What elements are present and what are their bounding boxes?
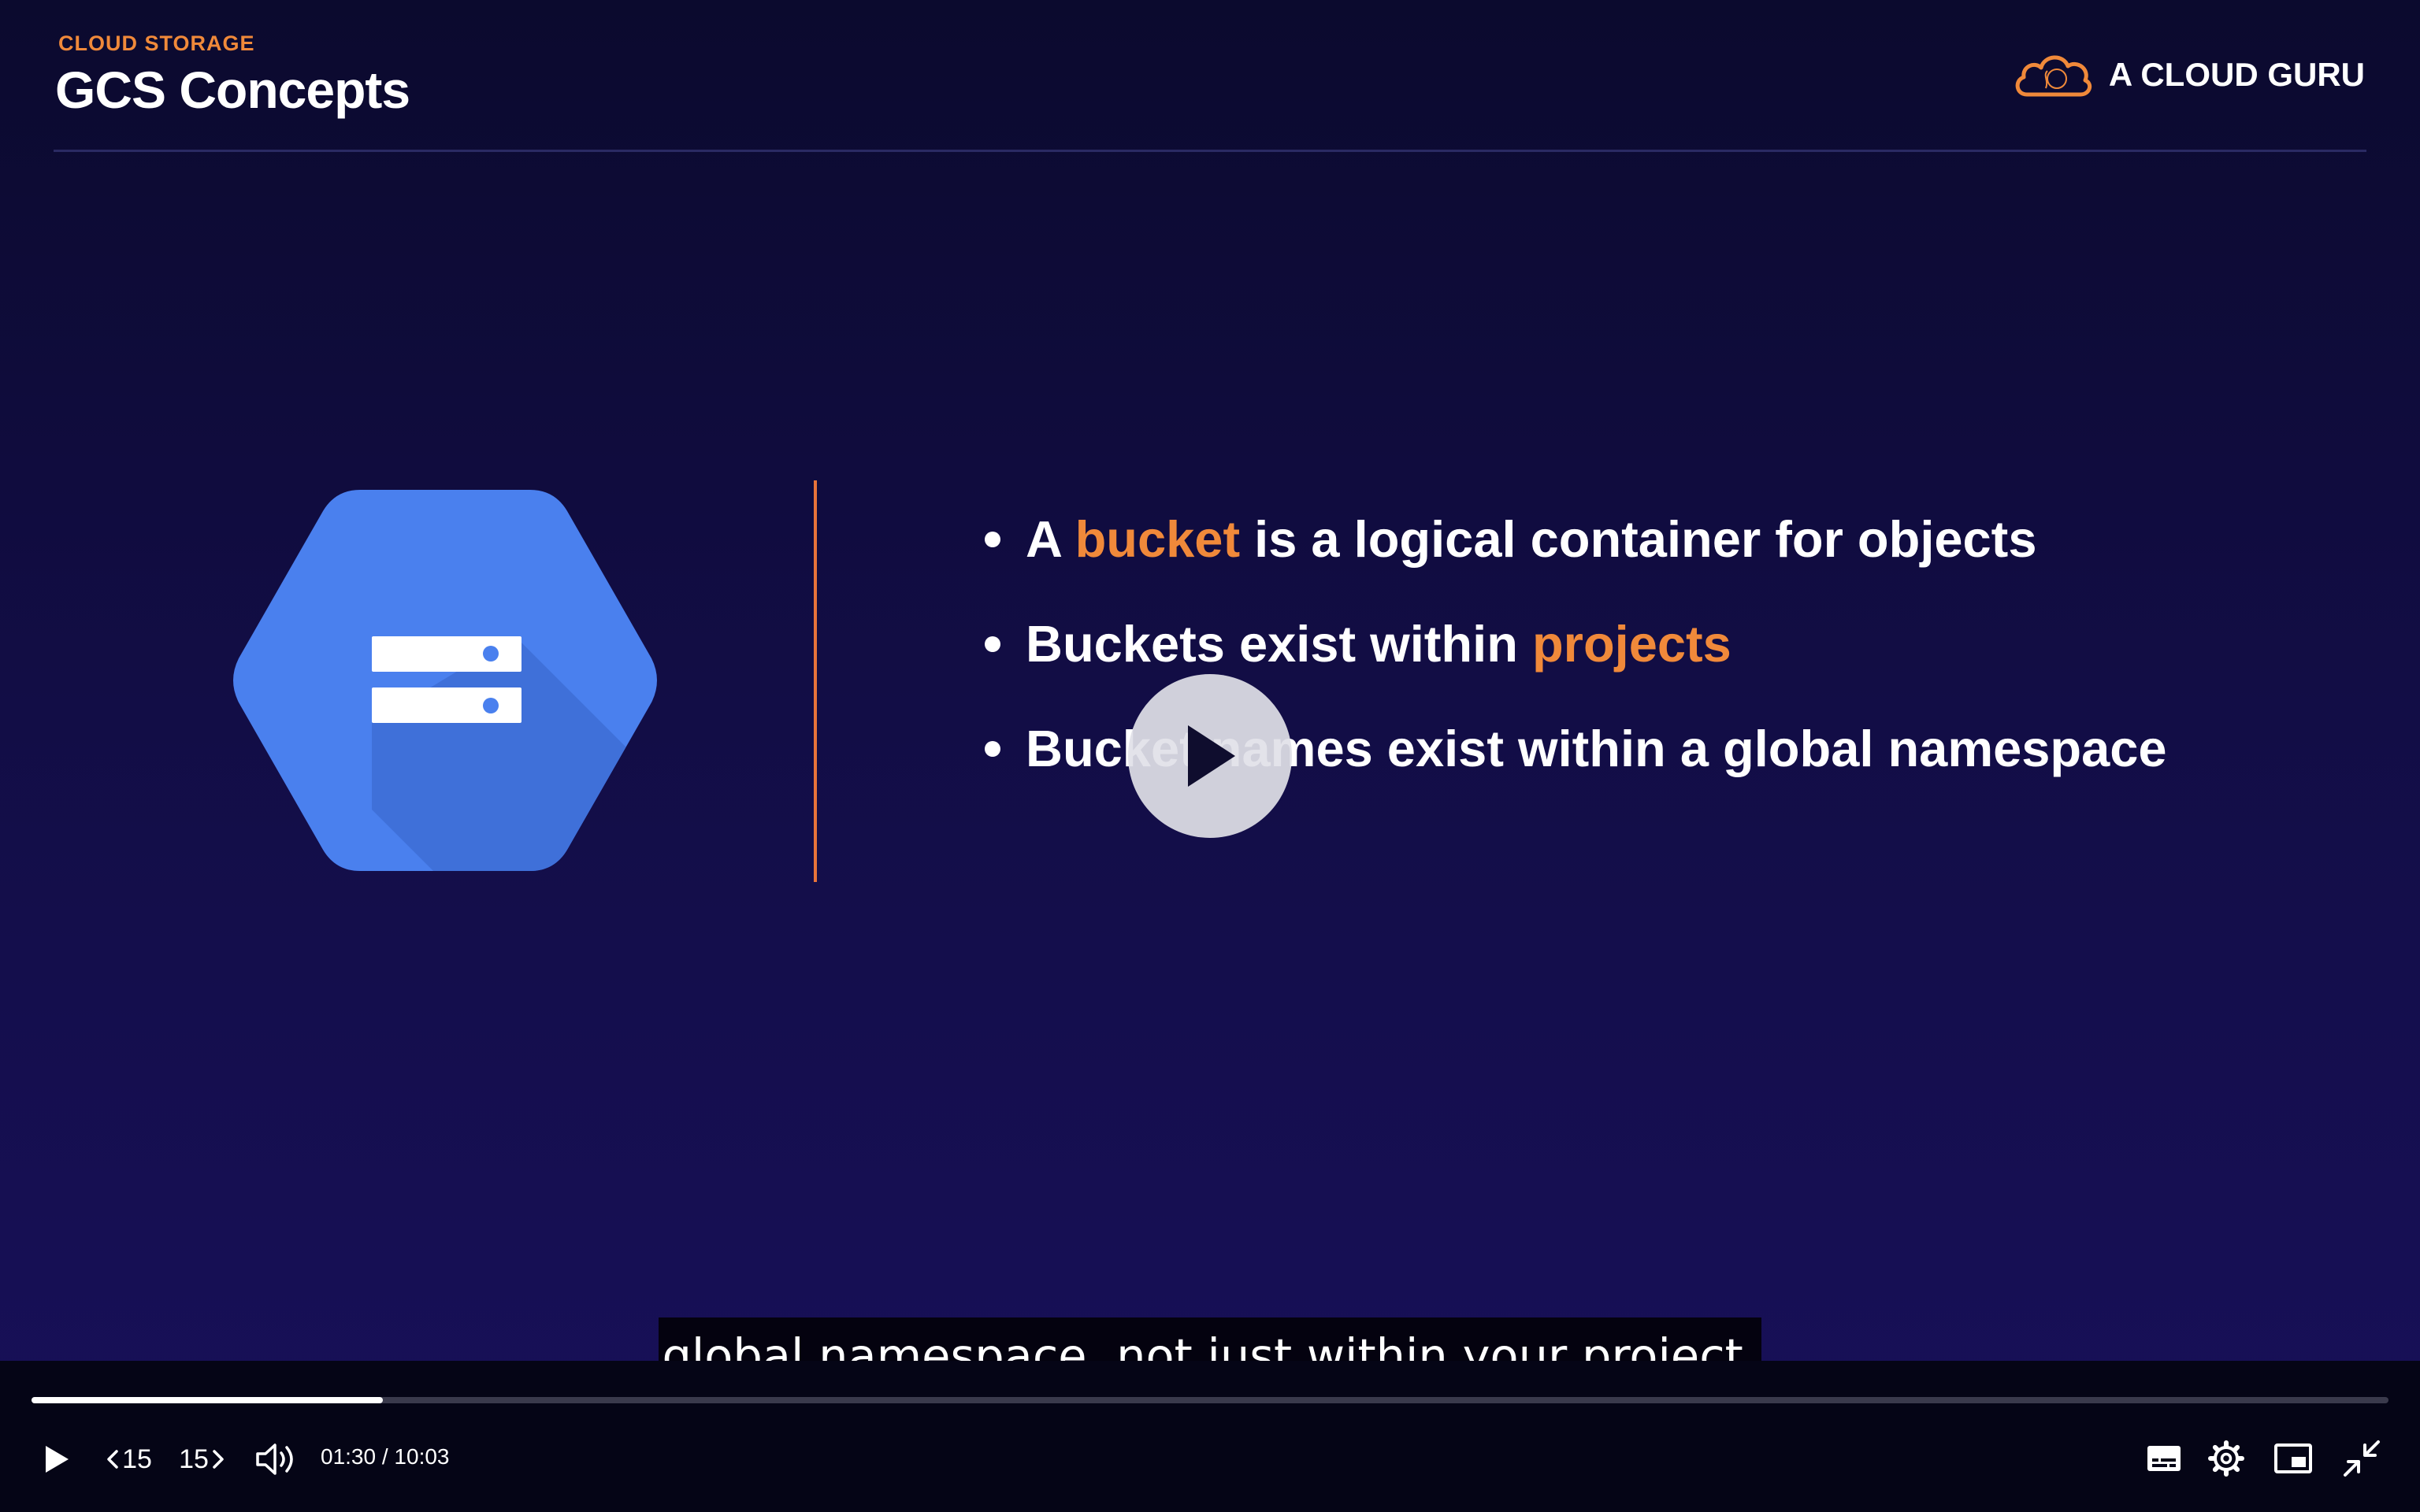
section-kicker: CLOUD STORAGE: [58, 32, 255, 55]
settings-button[interactable]: [2206, 1438, 2247, 1479]
exit-fullscreen-icon: [2344, 1440, 2380, 1477]
duration: 10:03: [394, 1444, 450, 1469]
play-icon: [46, 1446, 69, 1473]
picture-in-picture-icon: [2274, 1443, 2312, 1473]
google-cloud-storage-icon: [233, 490, 657, 871]
cloud-logo-icon: [2015, 55, 2092, 97]
vertical-divider: [814, 480, 817, 882]
skip-forward-label: 15: [179, 1443, 209, 1474]
brand-name: A CLOUD GURU: [2108, 56, 2365, 93]
volume-icon: [256, 1443, 293, 1475]
player-controls-bar: [0, 1361, 2420, 1512]
bullet-text: A bucket is a logical container for obje…: [1026, 510, 2037, 568]
picture-in-picture-button[interactable]: [2272, 1438, 2314, 1479]
skip-back-button[interactable]: 15: [101, 1441, 158, 1477]
bullet-dot: [985, 636, 1000, 652]
captions-button[interactable]: [2144, 1438, 2184, 1479]
time-display: 01:30 / 10:03: [321, 1444, 450, 1469]
bullet-text: Buckets exist within projects: [1026, 614, 1731, 673]
progress-bar[interactable]: [32, 1397, 2388, 1403]
slide-title: GCS Concepts: [55, 61, 410, 119]
current-time: 01:30: [321, 1444, 377, 1469]
progress-fill: [32, 1397, 383, 1403]
bullet-dot: [985, 531, 1000, 547]
skip-forward-icon: [213, 1450, 224, 1469]
header-divider: [54, 150, 2366, 152]
highlight-word: projects: [1531, 614, 1731, 673]
brand-logo: A CLOUD GURU: [2011, 49, 2365, 101]
bullet-item: Buckets exist within projects: [977, 591, 2167, 696]
skip-back-label: 15: [122, 1443, 152, 1474]
video-frame[interactable]: CLOUD STORAGE GCS Concepts A CLOUD GURU …: [0, 0, 2420, 1361]
skip-forward-button[interactable]: 15: [173, 1441, 230, 1477]
play-button[interactable]: [35, 1437, 79, 1481]
bullet-item: A bucket is a logical container for obje…: [977, 487, 2167, 591]
settings-icon: [2208, 1440, 2244, 1477]
big-play-button[interactable]: [1128, 674, 1292, 838]
captions-icon: [2147, 1446, 2181, 1471]
highlight-word: bucket: [1075, 510, 1241, 568]
exit-fullscreen-button[interactable]: [2340, 1436, 2384, 1480]
volume-button[interactable]: [252, 1437, 299, 1481]
skip-back-icon: [107, 1450, 118, 1469]
bullet-dot: [985, 740, 1000, 757]
play-icon: [1188, 725, 1235, 787]
